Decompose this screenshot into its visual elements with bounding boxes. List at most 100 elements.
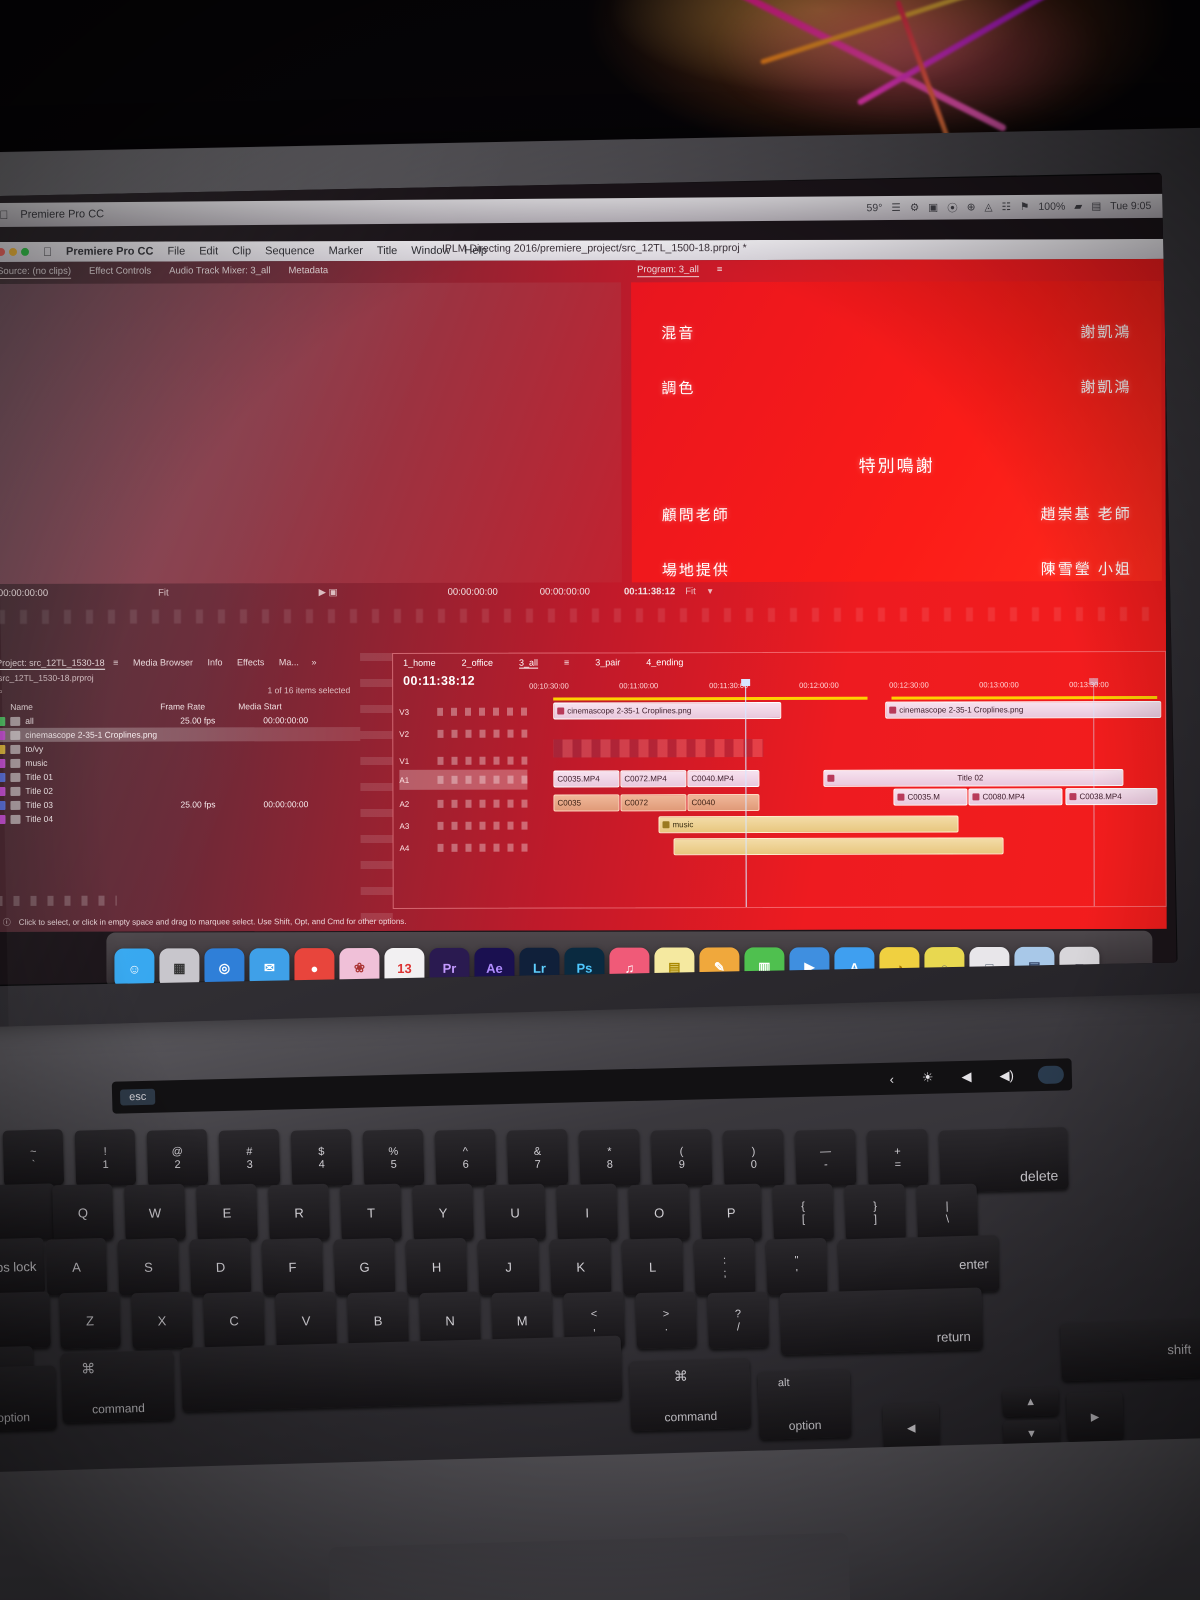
list-item[interactable]: Title 04 — [0, 811, 361, 826]
track-a3[interactable]: A3 music — [393, 814, 1165, 836]
track-a1[interactable]: A1 C0035.MP4 C0072.MP4 C0040.MP4 Title 0… — [393, 768, 1165, 806]
esc-key[interactable]: esc — [119, 1088, 156, 1106]
tab-program[interactable]: Program: 3_all — [637, 264, 699, 278]
key-p[interactable]: P — [700, 1183, 762, 1242]
monitor-transport-buttons[interactable] — [0, 606, 1156, 624]
key-0[interactable]: ) 0 — [722, 1128, 785, 1187]
key-equals[interactable]: + = — [866, 1128, 929, 1187]
timeline-clip[interactable]: C0072.MP4 — [620, 770, 687, 788]
key-6[interactable]: ^ 6 — [434, 1129, 497, 1187]
folder-icon[interactable]: ▤ — [1014, 946, 1055, 987]
tab-project[interactable]: Project: src_12TL_1530-18 — [0, 657, 105, 670]
tab-metadata[interactable]: Metadata — [288, 265, 328, 278]
tab-sequence-3-pair[interactable]: 3_pair — [595, 657, 620, 668]
key-command-right[interactable]: ⌘ command — [629, 1357, 752, 1432]
key-g[interactable]: G — [333, 1237, 396, 1296]
list-item[interactable]: to/vy — [0, 741, 360, 756]
key-backtick[interactable]: ~ ` — [2, 1129, 65, 1187]
calendar-icon[interactable]: 13 — [384, 947, 425, 987]
program-timecode-left[interactable]: 00:00:00:00 — [540, 586, 590, 597]
timeline-clip[interactable]: C0040.MP4 — [687, 769, 760, 788]
list-item[interactable]: Title 02 — [0, 783, 360, 798]
key-arrow-right[interactable]: ▶ — [1066, 1391, 1124, 1442]
key-option-right[interactable]: alt option — [757, 1369, 852, 1440]
key-option-left[interactable]: option — [0, 1365, 57, 1432]
timeline-clip[interactable]: C0072 — [620, 794, 687, 812]
key-v[interactable]: V — [275, 1291, 337, 1350]
item-name[interactable]: Title 03 — [25, 800, 175, 810]
menubar-clock[interactable]: Tue 9:05 — [1110, 200, 1151, 212]
key-f[interactable]: F — [261, 1237, 324, 1296]
timeline-clip[interactable]: C0038.MP4 — [1065, 787, 1158, 806]
tab-media-browser[interactable]: Media Browser — [133, 657, 193, 667]
key-tab[interactable]: tab — [0, 1183, 56, 1243]
menu-title[interactable]: Title — [377, 245, 397, 257]
tab-sequence-3-all[interactable]: 3_all — [518, 657, 539, 669]
key-4[interactable]: $ 4 — [290, 1129, 353, 1187]
tab-markers[interactable]: Ma... — [279, 657, 299, 667]
source-timecode-right[interactable]: 00:00:00:00 — [448, 587, 498, 598]
tab-sequence-2-office[interactable]: 2_office — [462, 658, 493, 669]
key-x[interactable]: X — [131, 1291, 193, 1350]
key-w[interactable]: W — [124, 1183, 186, 1242]
item-name[interactable]: Title 01 — [25, 772, 175, 782]
notes-icon[interactable]: ▤ — [654, 947, 695, 987]
menu-edit[interactable]: Edit — [199, 245, 218, 257]
source-playback-controls[interactable]: ▶ ▣ — [319, 587, 338, 598]
window-traffic-lights[interactable] — [0, 247, 30, 256]
key-k[interactable]: K — [549, 1237, 612, 1296]
pages-icon[interactable]: ✎ — [699, 947, 740, 987]
apple-logo-glyph[interactable]:  — [0, 208, 20, 222]
close-icon[interactable] — [0, 247, 6, 256]
timeline-clip[interactable]: C0035.M — [893, 788, 968, 806]
track-toggle-buttons[interactable] — [437, 775, 528, 784]
list-item[interactable]: Title 03 25.00 fps 00:00:00:00 — [0, 797, 360, 812]
timeline-clip[interactable]: cinemascope 2-35-1 Croplines.png — [885, 700, 1162, 719]
key-bracket-right[interactable]: } ] — [844, 1183, 907, 1242]
launchpad-icon[interactable]: ▦ — [159, 948, 200, 987]
source-panel-tabs[interactable]: Source: (no clips) Effect Controls Audio… — [0, 260, 627, 283]
track-v3[interactable]: V3 cinemascope 2-35-1 Croplines.png cine… — [393, 700, 1165, 722]
photoshop-icon[interactable]: Ps — [564, 947, 605, 987]
key-backslash[interactable]: | \ — [916, 1183, 979, 1242]
track-v2[interactable]: V2 — [393, 722, 1165, 744]
status-icon-3[interactable]: ▣ — [928, 202, 938, 214]
timeline-clip[interactable]: C0035.MP4 — [553, 770, 620, 788]
list-item[interactable]: all 25.00 fps 00:00:00:00 — [0, 713, 360, 728]
search-icon[interactable]: ⌕ — [0, 686, 3, 697]
tab-source[interactable]: Source: (no clips) — [0, 265, 72, 279]
brightness-icon[interactable]: ☀ — [922, 1070, 934, 1086]
key-5[interactable]: % 5 — [362, 1129, 425, 1187]
status-icon-5[interactable]: ⊕ — [967, 201, 976, 213]
key-i[interactable]: I — [556, 1183, 618, 1242]
menu-clip[interactable]: Clip — [232, 245, 251, 257]
timeline-clip[interactable]: C0040 — [687, 793, 760, 812]
column-media-start[interactable]: Media Start — [238, 701, 316, 711]
key-q[interactable]: Q — [52, 1183, 114, 1242]
track-toggle-buttons[interactable] — [437, 707, 528, 716]
key-period[interactable]: > . — [635, 1291, 697, 1350]
track-toggle-buttons[interactable] — [437, 756, 528, 765]
keynote-icon[interactable]: ▶ — [789, 947, 830, 987]
track-toggle-buttons[interactable] — [437, 821, 528, 830]
program-fit-label[interactable]: Fit — [685, 586, 696, 597]
key-slash[interactable]: ? / — [707, 1291, 769, 1350]
key-l[interactable]: L — [621, 1237, 684, 1296]
key-shift-left[interactable] — [0, 1291, 51, 1352]
mute-icon[interactable]: ◀) — [999, 1068, 1014, 1084]
menu-sequence[interactable]: Sequence — [265, 245, 315, 257]
menu-premiere[interactable]: Premiere Pro CC — [66, 246, 153, 258]
list-item[interactable]: cinemascope 2-35-1 Croplines.png — [0, 727, 361, 743]
touchbar-back-icon[interactable]: ‹ — [889, 1071, 894, 1086]
column-name[interactable]: Name — [10, 702, 160, 712]
item-name[interactable]: all — [25, 716, 175, 726]
panel-menu-icon[interactable]: ≡ — [717, 264, 723, 277]
timeline-clip[interactable]: C0035 — [553, 794, 620, 812]
minimize-icon[interactable] — [9, 247, 18, 256]
macos-dock[interactable]: ☺ ▦ ◎ ✉ ● ❀ 13 Pr Ae Lr Ps ♫ ▤ ✎ ▥ ▶ A ◔… — [106, 930, 1153, 987]
key-y[interactable]: Y — [412, 1183, 474, 1242]
touch-id-sensor[interactable] — [1037, 1065, 1065, 1085]
tab-sequence-1-home[interactable]: 1_home — [403, 658, 436, 669]
key-7[interactable]: & 7 — [506, 1128, 569, 1187]
status-icon-wifi[interactable]: ⚑ — [1020, 201, 1030, 213]
